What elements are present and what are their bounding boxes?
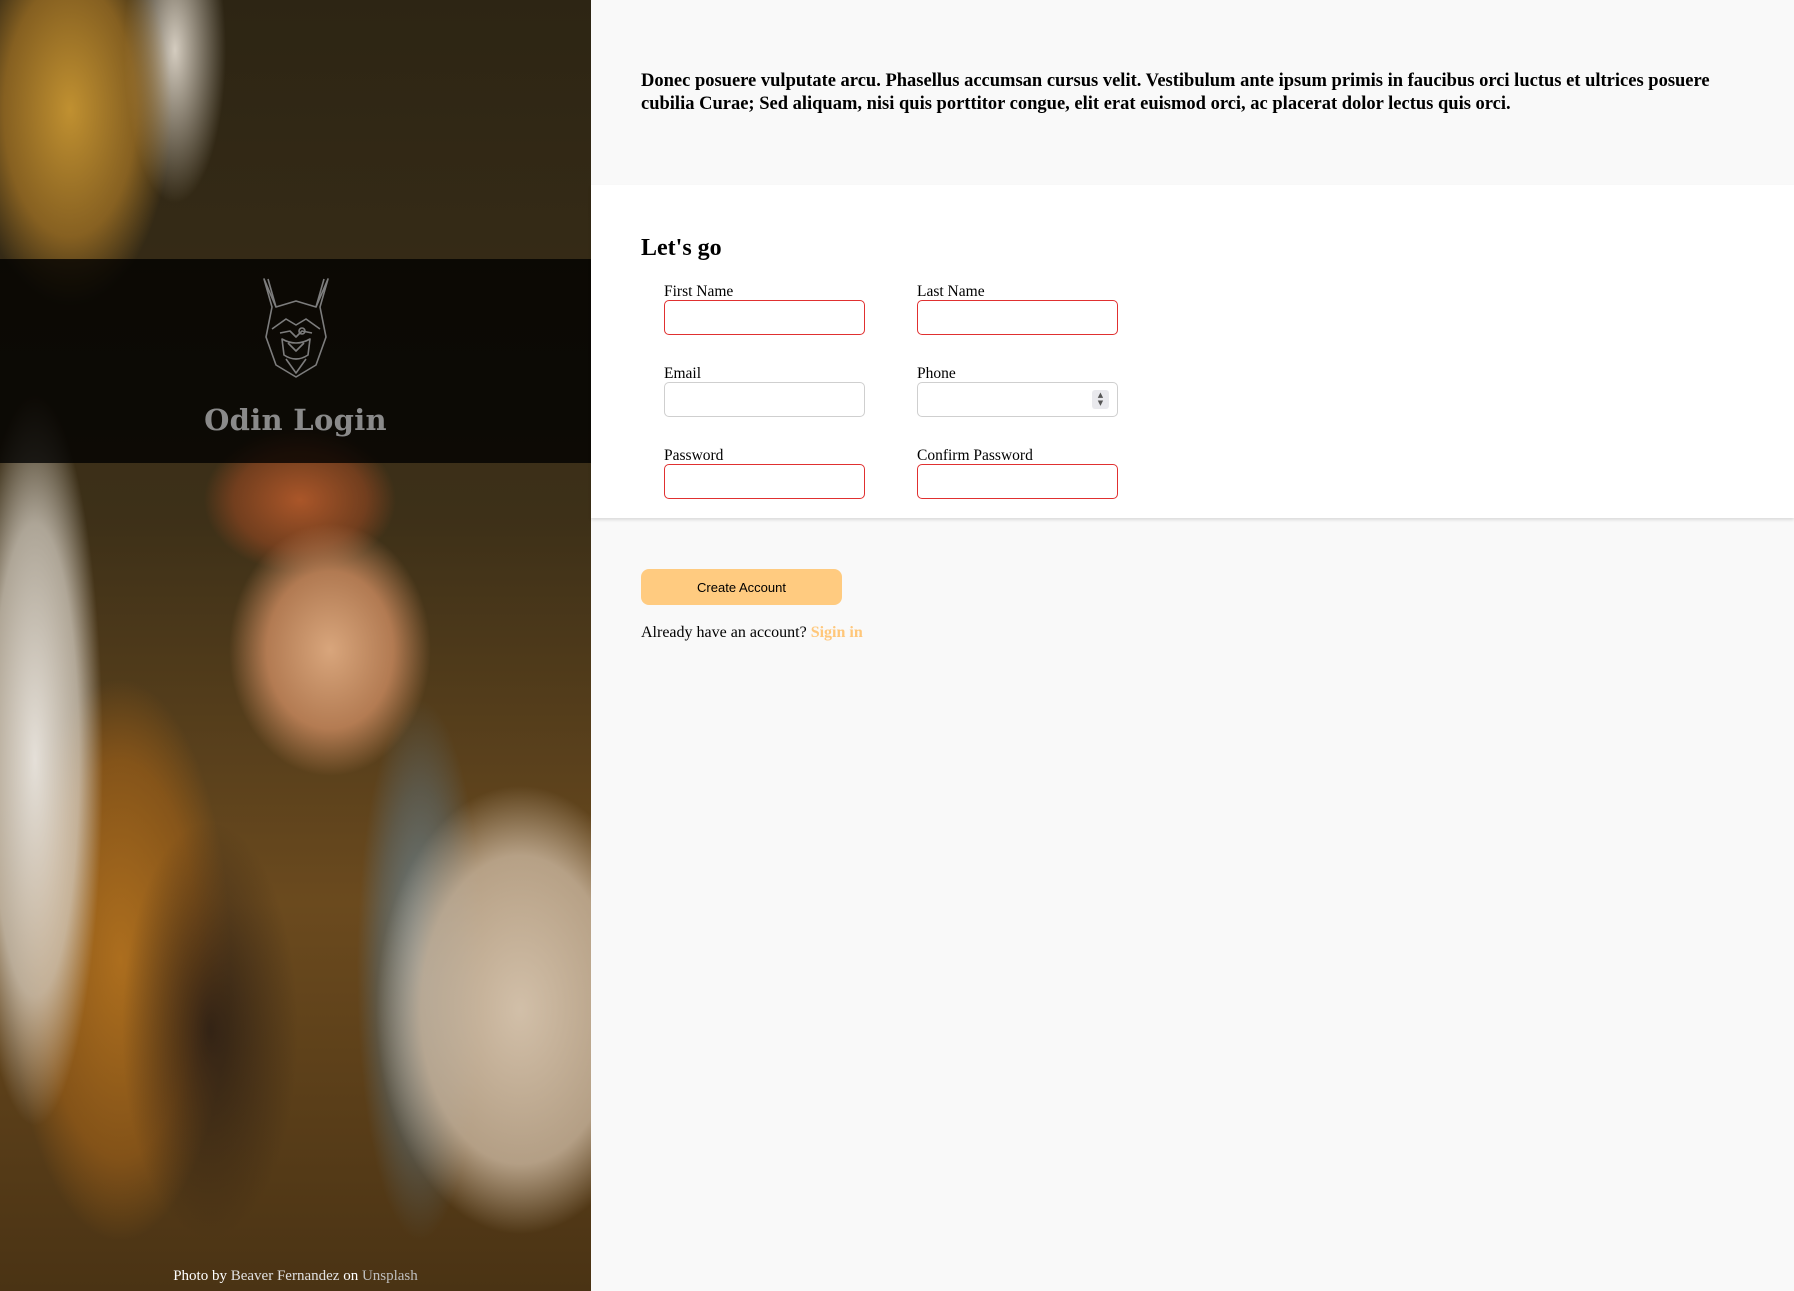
signin-prompt-text: Already have an account? bbox=[641, 624, 811, 641]
brand-title: Odin Login bbox=[204, 403, 387, 437]
last-name-label: Last Name bbox=[917, 283, 985, 300]
odin-wolf-logo-icon bbox=[262, 278, 329, 378]
email-input[interactable] bbox=[664, 382, 865, 417]
password-field: Password bbox=[664, 447, 865, 499]
phone-label: Phone bbox=[917, 365, 956, 382]
confirm-password-input[interactable] bbox=[917, 464, 1118, 499]
spinner-arrows-icon[interactable]: ▲ ▼ bbox=[1092, 390, 1109, 409]
last-name-field: Last Name bbox=[917, 283, 1118, 335]
confirm-password-field: Confirm Password bbox=[917, 447, 1118, 499]
intro-text: Donec posuere vulputate arcu. Phasellus … bbox=[641, 71, 1710, 114]
password-input[interactable] bbox=[664, 464, 865, 499]
signup-form: Let's go First Name Last Name Email Phon… bbox=[591, 185, 1794, 518]
first-name-input[interactable] bbox=[664, 300, 865, 335]
phone-field: Phone ▲ ▼ bbox=[917, 365, 1118, 417]
background-photo bbox=[0, 0, 591, 1291]
first-name-field: First Name bbox=[664, 283, 865, 335]
confirm-password-label: Confirm Password bbox=[917, 447, 1033, 464]
email-label: Email bbox=[664, 365, 702, 382]
signin-link[interactable]: Sigin in bbox=[811, 624, 863, 641]
form-heading: Let's go bbox=[641, 235, 722, 261]
password-label: Password bbox=[664, 447, 724, 464]
last-name-input[interactable] bbox=[917, 300, 1118, 335]
unsplash-link[interactable]: Unsplash bbox=[362, 1268, 418, 1284]
photo-credit: Photo by Beaver Fernandez on Unsplash bbox=[0, 1268, 591, 1285]
credit-middle: on bbox=[339, 1268, 362, 1284]
main-content: Donec posuere vulputate arcu. Phasellus … bbox=[591, 0, 1794, 1291]
photographer-link[interactable]: Beaver Fernandez bbox=[231, 1268, 340, 1284]
brand-banner: Odin Login bbox=[0, 259, 591, 463]
phone-input[interactable] bbox=[917, 382, 1118, 417]
email-field: Email bbox=[664, 365, 865, 417]
credit-prefix: Photo by bbox=[173, 1268, 231, 1284]
signin-prompt: Already have an account? Sigin in bbox=[641, 624, 863, 642]
create-account-button[interactable]: Create Account bbox=[641, 569, 842, 605]
first-name-label: First Name bbox=[664, 283, 734, 300]
sidebar: Odin Login Photo by Beaver Fernandez on … bbox=[0, 0, 591, 1291]
